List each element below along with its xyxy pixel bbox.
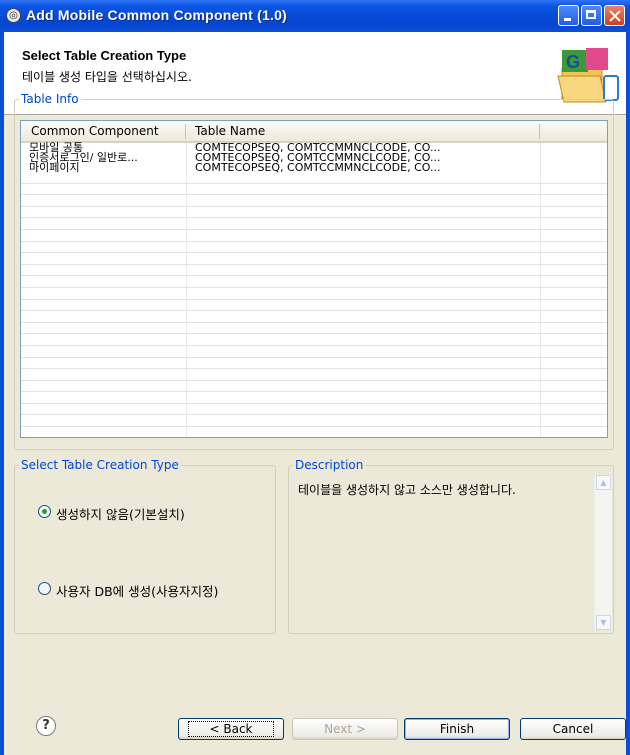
close-button[interactable] bbox=[604, 5, 625, 26]
radio-user-db-label[interactable]: 사용자 DB에 생성(사용자지정) bbox=[56, 581, 218, 600]
table-header: Common Component Table Name bbox=[21, 121, 607, 143]
description-text[interactable]: 테이블을 생성하지 않고 소스만 생성합니다. bbox=[298, 481, 576, 631]
title-bar[interactable]: ◎ Add Mobile Common Component (1.0) bbox=[0, 0, 630, 32]
column-header-table-name[interactable]: Table Name bbox=[195, 124, 265, 138]
maximize-button[interactable] bbox=[581, 5, 602, 26]
back-button[interactable]: < Back bbox=[178, 718, 284, 740]
back-button-label: < Back bbox=[188, 721, 274, 737]
finish-button[interactable]: Finish bbox=[404, 718, 510, 740]
window-title: Add Mobile Common Component (1.0) bbox=[26, 7, 287, 23]
next-button[interactable]: Next > bbox=[292, 718, 398, 740]
column-separator[interactable] bbox=[185, 124, 186, 139]
description-scrollbar[interactable]: ▲ ▼ bbox=[594, 475, 612, 630]
empty-table-rows bbox=[21, 172, 607, 428]
column-header-common-component[interactable]: Common Component bbox=[31, 124, 159, 138]
description-label: Description bbox=[295, 458, 364, 472]
table-info-label: Table Info bbox=[21, 92, 79, 106]
eclipse-app-icon: ◎ bbox=[6, 8, 21, 23]
radio-no-create-label[interactable]: 생성하지 않음(기본설치) bbox=[56, 504, 185, 523]
svg-text:G: G bbox=[566, 52, 580, 72]
minimize-button[interactable] bbox=[558, 5, 579, 26]
scroll-down-icon[interactable]: ▼ bbox=[596, 615, 611, 630]
page-description: 테이블 생성 타입을 선택하십시오. bbox=[22, 70, 192, 84]
radio-unselected-icon[interactable] bbox=[38, 582, 51, 595]
help-icon[interactable]: ? bbox=[36, 716, 56, 736]
creation-type-group: Select Table Creation Type bbox=[14, 458, 276, 634]
table-info-table[interactable]: Common Component Table Name 모바일 공통 COMTE… bbox=[20, 120, 608, 438]
page-title: Select Table Creation Type bbox=[22, 48, 187, 63]
creation-type-label: Select Table Creation Type bbox=[21, 458, 179, 472]
column-separator[interactable] bbox=[539, 124, 540, 139]
scroll-up-icon[interactable]: ▲ bbox=[596, 475, 611, 490]
cancel-button[interactable]: Cancel bbox=[520, 718, 626, 740]
radio-selected-icon[interactable] bbox=[38, 505, 51, 518]
